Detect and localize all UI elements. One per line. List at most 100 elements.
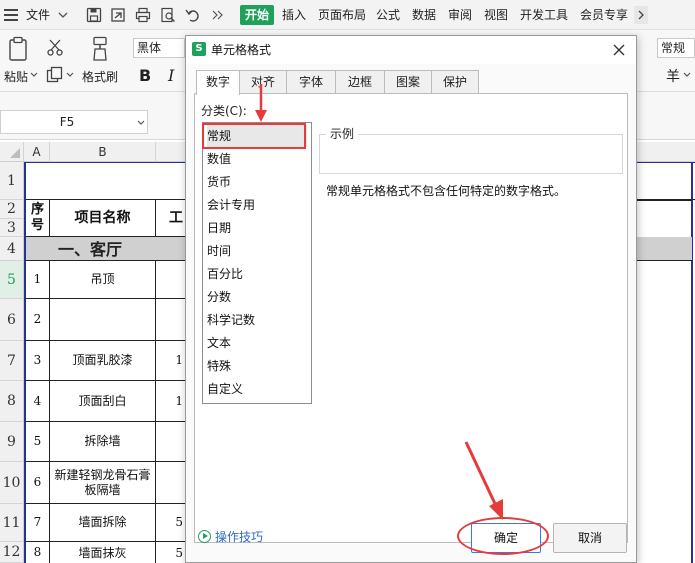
tab-font[interactable]: 字体 — [286, 70, 336, 94]
category-text[interactable]: 文本 — [207, 332, 307, 354]
tab-formulas[interactable]: 公式 — [376, 0, 400, 30]
row-header[interactable]: 11 — [0, 504, 24, 542]
number-format-box[interactable]: 常规 — [657, 38, 695, 58]
tab-view[interactable]: 视图 — [484, 0, 508, 30]
category-accounting[interactable]: 会计专用 — [207, 194, 307, 216]
table-cell[interactable]: 墙面抹灰 — [50, 542, 156, 563]
category-special[interactable]: 特殊 — [207, 355, 307, 377]
category-list[interactable]: 常规 数值 货币 会计专用 日期 时间 百分比 分数 科学记数 文本 特殊 自定… — [202, 122, 312, 404]
header-partial-cell[interactable]: 工 — [156, 200, 186, 237]
tips-link[interactable]: 操作技巧 — [198, 529, 263, 545]
file-menu[interactable]: 文件 — [26, 0, 50, 30]
category-scientific[interactable]: 科学记数 — [207, 309, 307, 331]
table-cell[interactable] — [50, 299, 156, 341]
table-cell[interactable] — [156, 462, 186, 504]
select-all-icon[interactable] — [0, 142, 24, 162]
export-icon[interactable] — [110, 7, 126, 23]
tab-insert[interactable]: 插入 — [282, 0, 306, 30]
table-cell[interactable]: 1 — [156, 341, 186, 381]
tab-home[interactable]: 开始 — [240, 5, 275, 25]
tab-number[interactable]: 数字 — [196, 70, 240, 95]
currency-button[interactable]: 羊 — [666, 66, 680, 86]
row-header[interactable]: 7 — [0, 341, 24, 381]
table-cell[interactable]: 1 — [26, 261, 50, 299]
copy-icon[interactable] — [46, 66, 64, 84]
row-header[interactable]: 12 — [0, 542, 24, 563]
category-number[interactable]: 数值 — [207, 148, 307, 170]
category-currency[interactable]: 货币 — [207, 171, 307, 193]
row-header[interactable]: 4 — [0, 237, 24, 261]
name-box[interactable]: F5 — [0, 110, 148, 134]
more-icon[interactable] — [212, 9, 224, 21]
chevron-right-icon[interactable] — [634, 6, 648, 24]
tab-border[interactable]: 边框 — [335, 70, 385, 94]
table-cell[interactable]: 3 — [26, 341, 50, 381]
tab-developer[interactable]: 开发工具 — [520, 0, 568, 30]
table-cell[interactable] — [156, 261, 186, 299]
table-cell[interactable] — [156, 422, 186, 462]
header-name-cell[interactable]: 项目名称 — [50, 200, 156, 237]
row-header-selected[interactable]: 5 — [0, 261, 24, 299]
column-header-a[interactable]: A — [24, 142, 50, 162]
table-cell[interactable]: 2 — [26, 299, 50, 341]
bold-button[interactable]: B — [139, 66, 151, 85]
table-cell[interactable]: 墙面拆除 — [50, 504, 156, 542]
tab-protection[interactable]: 保护 — [431, 70, 479, 94]
close-icon[interactable] — [610, 41, 628, 59]
table-cell[interactable]: 拆除墙 — [50, 422, 156, 462]
tab-data[interactable]: 数据 — [412, 0, 436, 30]
table-cell[interactable]: 6 — [26, 462, 50, 504]
table-cell[interactable]: 顶面乳胶漆 — [50, 341, 156, 381]
table-cell[interactable]: 1 — [156, 381, 186, 422]
row-header[interactable]: 3 — [0, 219, 24, 237]
tab-page-layout[interactable]: 页面布局 — [318, 0, 366, 30]
print-preview-icon[interactable] — [160, 7, 176, 23]
table-cell[interactable]: 8 — [26, 542, 50, 563]
chevron-down-icon[interactable] — [30, 72, 38, 78]
chevron-down-icon[interactable] — [137, 120, 145, 126]
tab-member[interactable]: 会员专享 — [580, 0, 628, 30]
category-fraction[interactable]: 分数 — [207, 286, 307, 308]
chevron-down-icon[interactable] — [58, 11, 68, 19]
tab-alignment[interactable]: 对齐 — [239, 70, 287, 94]
chevron-down-icon[interactable] — [683, 72, 691, 78]
paste-label[interactable]: 粘贴 — [4, 68, 28, 85]
row-header[interactable]: 6 — [0, 299, 24, 341]
paste-icon[interactable] — [8, 36, 30, 62]
row-header[interactable]: 2 — [0, 200, 24, 219]
cut-icon[interactable] — [46, 38, 64, 56]
row-header[interactable]: 1 — [0, 162, 24, 200]
table-cell[interactable]: 顶面刮白 — [50, 381, 156, 422]
cancel-button[interactable]: 取消 — [553, 523, 627, 553]
row-header[interactable]: 10 — [0, 462, 24, 504]
save-icon[interactable] — [86, 7, 102, 23]
table-cell[interactable]: 7 — [26, 504, 50, 542]
category-time[interactable]: 时间 — [207, 240, 307, 262]
font-name-box[interactable]: 黑体 — [133, 38, 185, 58]
table-cell[interactable] — [156, 299, 186, 341]
category-date[interactable]: 日期 — [207, 217, 307, 239]
table-cell[interactable]: 5 — [26, 422, 50, 462]
header-seq-cell[interactable]: 序号 — [26, 200, 50, 237]
hamburger-menu-icon[interactable] — [4, 9, 18, 21]
category-custom[interactable]: 自定义 — [207, 378, 307, 400]
table-cell[interactable]: 5 — [156, 542, 186, 563]
tab-pattern[interactable]: 图案 — [384, 70, 432, 94]
column-header-b[interactable]: B — [50, 142, 156, 162]
table-cell[interactable]: 4 — [26, 381, 50, 422]
table-cell[interactable]: 新建轻钢龙骨石膏板隔墙 — [50, 462, 156, 504]
print-icon[interactable] — [135, 7, 151, 23]
italic-button[interactable]: I — [168, 66, 174, 85]
table-cell[interactable]: 吊顶 — [50, 261, 156, 299]
tab-review[interactable]: 审阅 — [448, 0, 472, 30]
row-header[interactable]: 9 — [0, 422, 24, 462]
chevron-down-icon[interactable] — [66, 72, 74, 78]
format-painter-icon[interactable] — [90, 36, 110, 62]
category-percentage[interactable]: 百分比 — [207, 263, 307, 285]
wps-logo-icon: S — [192, 42, 206, 56]
row-header[interactable]: 8 — [0, 381, 24, 422]
dialog-title-bar[interactable]: S 单元格格式 — [186, 36, 636, 64]
table-cell[interactable]: 5 — [156, 504, 186, 542]
undo-icon[interactable] — [185, 8, 201, 22]
format-painter-label[interactable]: 格式刷 — [82, 68, 118, 85]
